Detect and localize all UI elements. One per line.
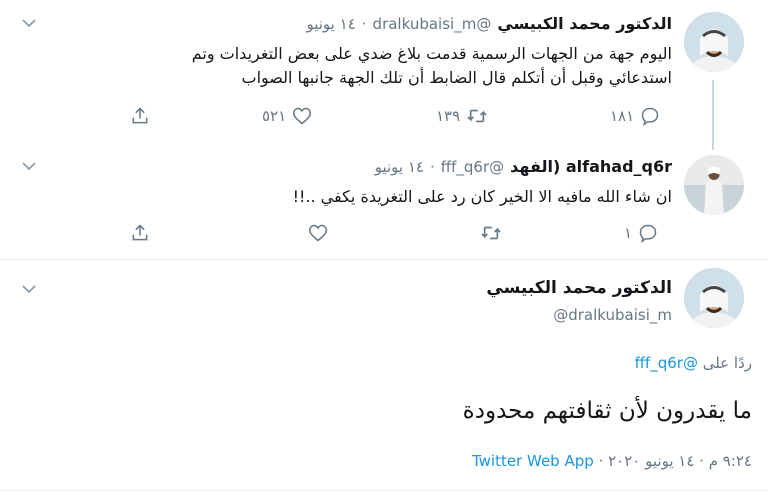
reply-count: ١٨١ [610,107,635,125]
share-icon [132,107,148,124]
tweet-meta: ٩:٢٤ م · ١٤ يونيو ٢٠٢٠ · Twitter Web App [472,452,752,470]
reply-count: ١ [624,224,633,242]
user-handle[interactable]: @fff_q6r [441,158,504,176]
reply-icon [641,107,659,126]
display-name[interactable]: alfahad_q6r (الفهد [510,157,672,176]
tweet-text-line: ان شاء الله مافيه الا الخير كان رد على ا… [292,187,672,206]
user-handle[interactable]: @dralkubaisi_m [553,306,672,324]
chevron-down-icon[interactable] [22,284,36,294]
reply-button[interactable]: ١ [624,223,658,243]
tweet-1[interactable]: الدكتور محمد الكبيسي @dralkubaisi_m · ١٤… [0,0,768,145]
tweet-timestamp[interactable]: ٩:٢٤ م · ١٤ يونيو ٢٠٢٠ [608,452,752,470]
display-name[interactable]: الدكتور محمد الكبيسي [497,14,672,33]
tweet-header: alfahad_q6r (الفهد @fff_q6r · ١٤ يونيو [375,157,672,176]
display-name[interactable]: الدكتور محمد الكبيسي [486,278,672,298]
reply-button[interactable]: ١٨١ [610,106,660,126]
tweet-2[interactable]: alfahad_q6r (الفهد @fff_q6r · ١٤ يونيو ا… [0,145,768,260]
heart-icon [293,107,312,125]
separator-dot: · [598,452,604,470]
share-icon [132,224,148,241]
reply-prefix: ردًا على [702,354,752,372]
tweet-header: الدكتور محمد الكبيسي @dralkubaisi_m · ١٤… [306,14,672,33]
retweet-icon [467,109,487,123]
tweet-text-line: استدعائي وقبل أن أتكلم قال الضابط أن تلك… [241,68,673,87]
tweet-text: اليوم جهة من الجهات الرسمية قدمت بلاغ ضد… [32,42,672,90]
chevron-down-icon[interactable] [22,18,36,28]
share-button[interactable] [130,106,150,126]
reply-to-link[interactable]: @fff_q6r [635,354,698,372]
avatar[interactable] [684,12,744,72]
retweet-count: ١٣٩ [436,107,461,125]
user-handle[interactable]: @dralkubaisi_m [373,15,492,33]
share-button[interactable] [130,223,150,243]
avatar[interactable] [684,155,744,215]
like-button[interactable] [302,223,328,243]
retweet-icon [481,226,501,240]
reply-context: ردًا على @fff_q6r [635,354,752,372]
like-button[interactable]: ٥٢١ [262,106,312,126]
tweet-text-line: اليوم جهة من الجهات الرسمية قدمت بلاغ ضد… [191,44,672,63]
heart-icon [308,224,328,242]
focused-tweet: الدكتور محمد الكبيسي @dralkubaisi_m ردًا… [0,260,768,497]
retweet-button[interactable]: ١٣٩ [436,106,488,126]
divider [0,490,768,491]
separator-dot: · [430,158,435,176]
reply-icon [639,224,657,243]
chevron-down-icon[interactable] [22,161,36,171]
tweet-text: ان شاء الله مافيه الا الخير كان رد على ا… [32,185,672,209]
like-count: ٥٢١ [262,107,287,125]
tweet-date[interactable]: ١٤ يونيو [375,158,424,176]
retweet-button[interactable] [474,223,502,243]
source-link[interactable]: Twitter Web App [472,452,594,470]
separator-dot: · [361,15,367,33]
avatar[interactable] [684,268,744,328]
tweet-text: ما يقدرون لأن ثقافتهم محدودة [462,398,752,424]
tweet-date[interactable]: ١٤ يونيو [306,15,355,33]
